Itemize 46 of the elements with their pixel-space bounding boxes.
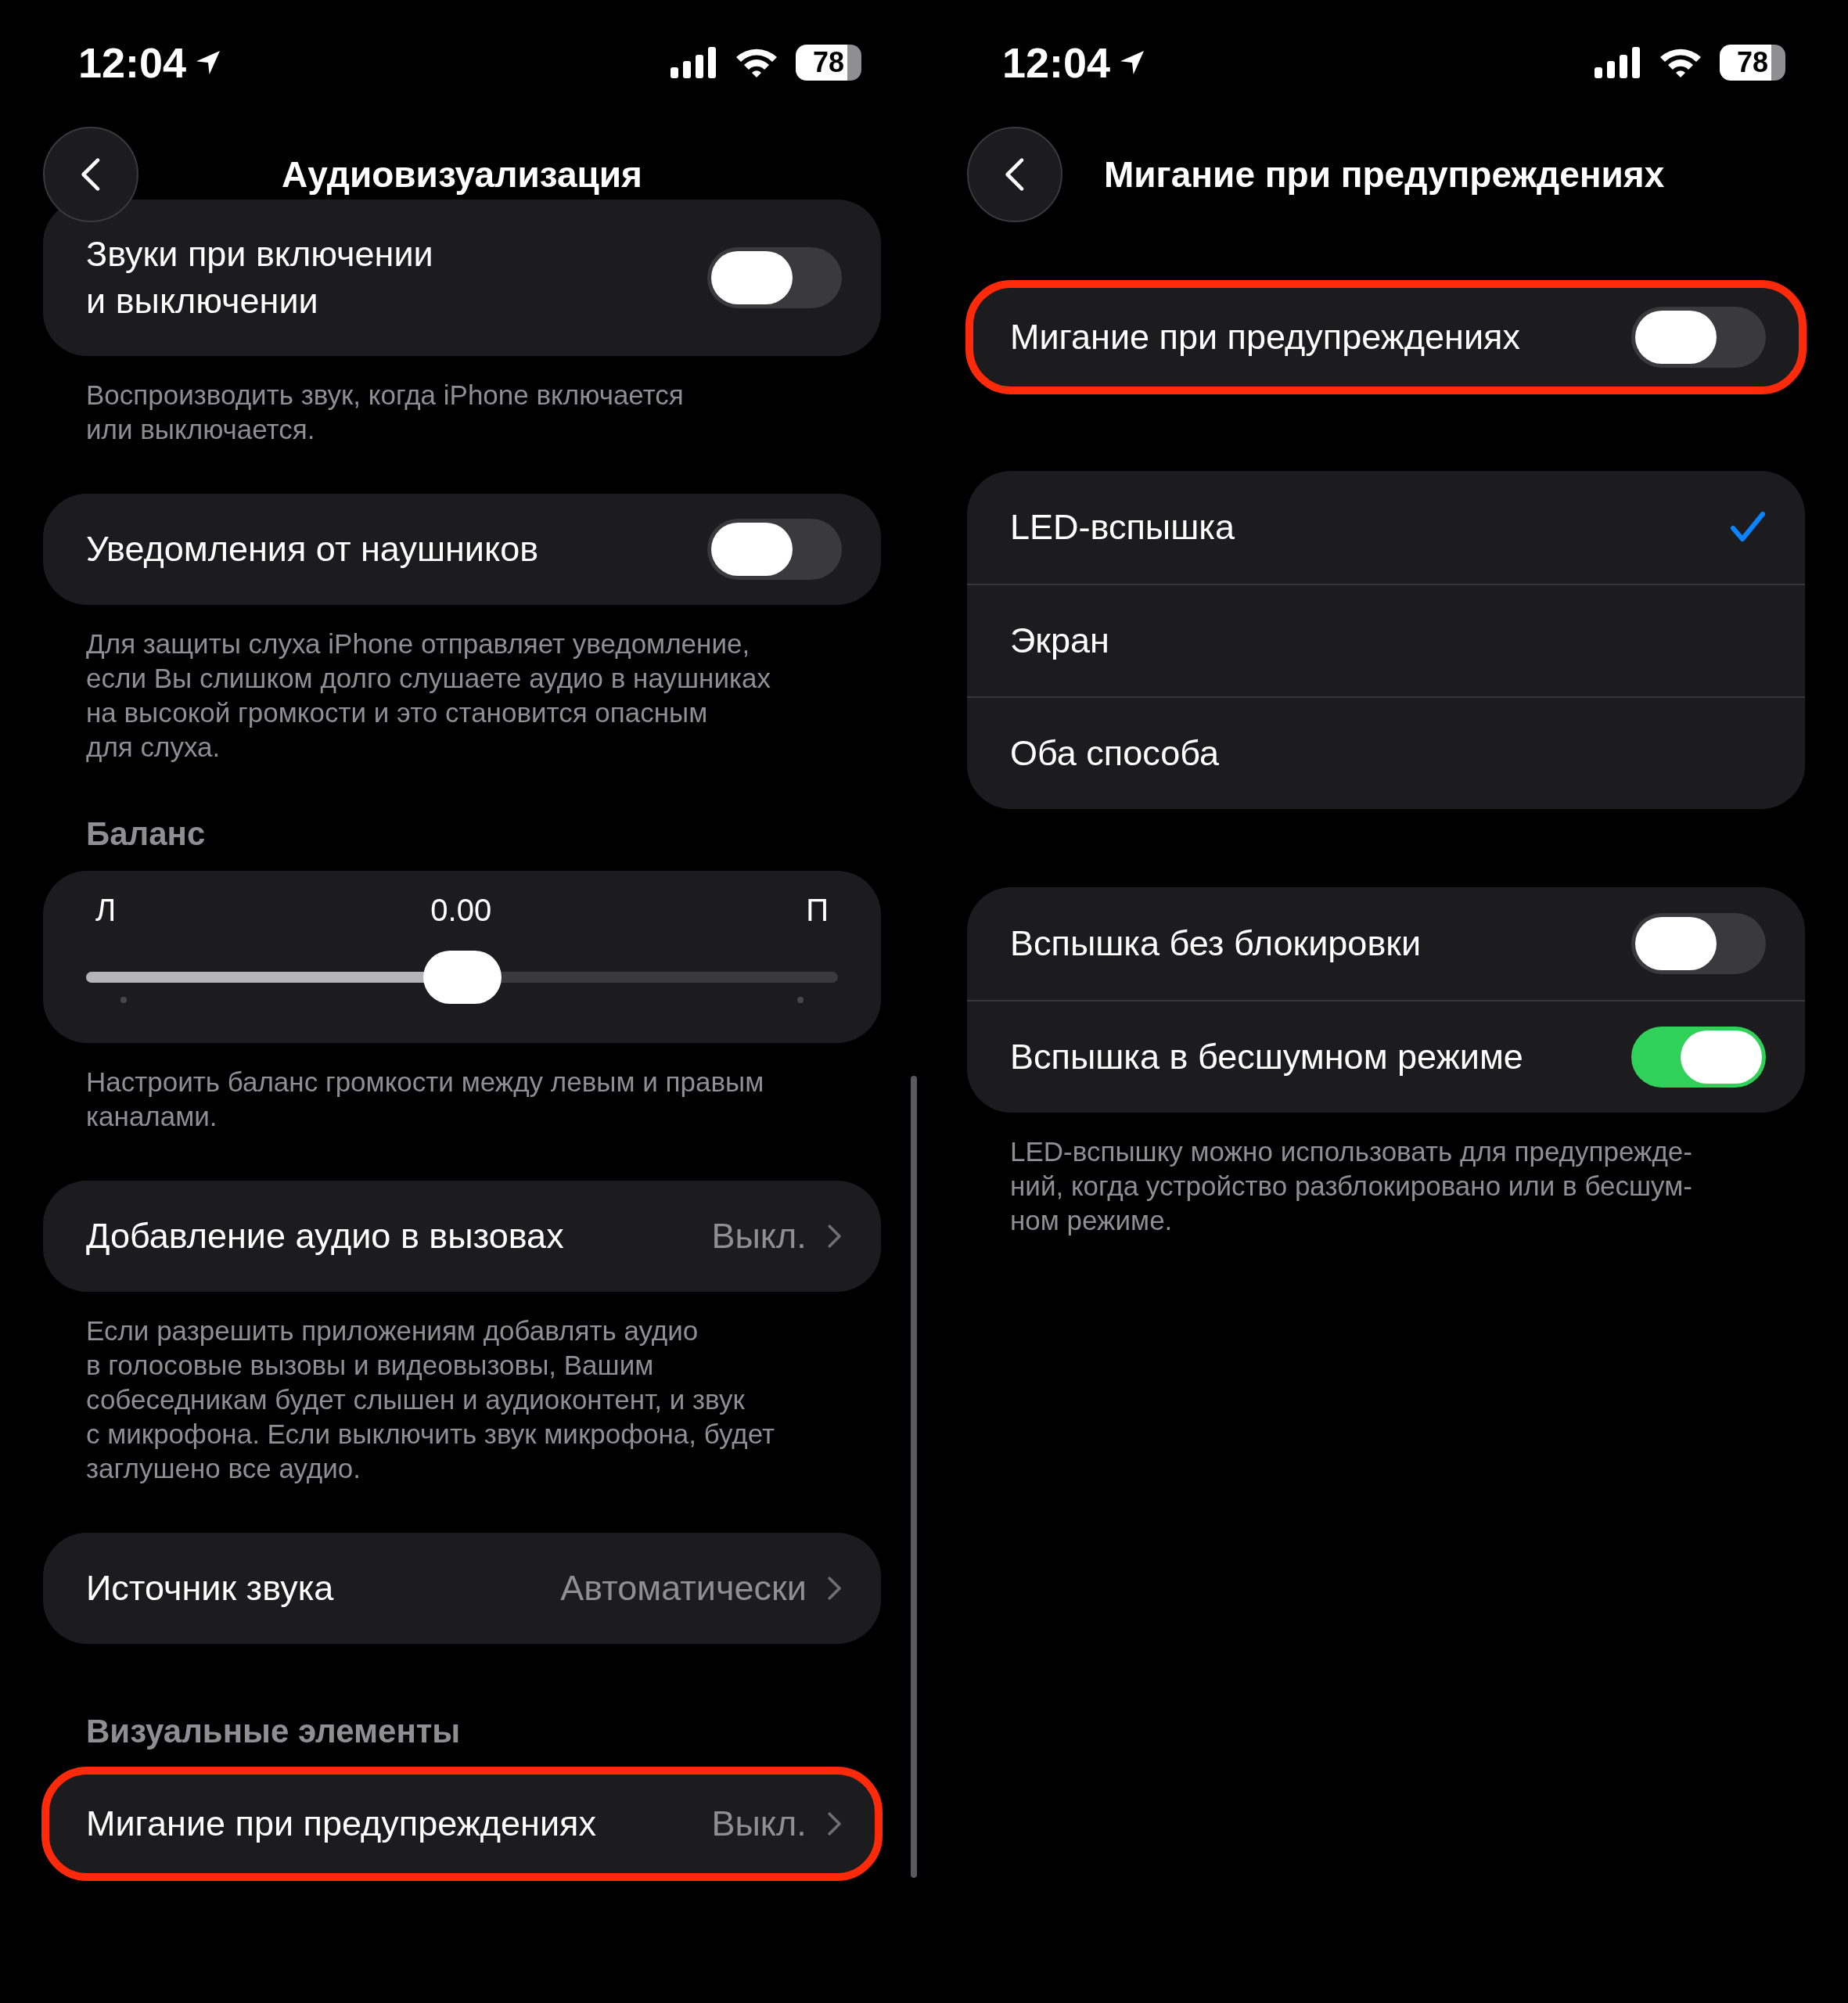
signal-icon <box>1595 47 1641 78</box>
setting-value: Автоматически <box>560 1568 807 1609</box>
footnote-text: Для защиты слуха iPhone отправляет уведомление, если Вы слишком долго слушаете аудио в наушниках на высокой громкости и это становится опасным для слуха. <box>85 628 772 764</box>
option-label: Оба способа <box>1010 732 1219 775</box>
setting-label: Уведомления от наушников <box>86 528 539 570</box>
status-time: 12:04 <box>1002 38 1111 87</box>
footnote-text: LED-вспышку можно использовать для предупрежде- ний, когда устройство разблокировано или в бесшум- ном режиме. <box>1009 1135 1693 1237</box>
battery-indicator: 78 <box>1720 45 1785 81</box>
section-header: Визуальные элементы <box>85 1712 462 1751</box>
option-label: LED-вспышка <box>1010 506 1235 548</box>
setting-value: Выкл. <box>711 1803 807 1844</box>
chevron-left-icon <box>1004 156 1026 192</box>
slider-reading: 0.00 <box>430 893 492 928</box>
option-label: Экран <box>1010 620 1109 662</box>
footnote-text: Настроить баланс громкости между левым и правым каналами. <box>85 1066 765 1133</box>
tick-mark <box>120 997 127 1003</box>
chevron-right-icon <box>826 1811 842 1836</box>
option-row[interactable]: Экран <box>967 584 1805 696</box>
nav-title: Аудиовизуализация <box>282 153 642 196</box>
setting-label: Вспышка в бесшумном режиме <box>1010 1036 1523 1078</box>
nav-title: Мигание при предупреждениях <box>1104 153 1665 196</box>
left-label: Л <box>95 893 117 928</box>
setting-label: Добавление аудио в вызовах <box>86 1215 564 1257</box>
setting-link-row[interactable]: Источник звука Автоматически <box>43 1533 881 1644</box>
option-row[interactable]: LED-вспышка <box>967 471 1805 584</box>
footnote-text: Воспроизводить звук, когда iPhone включается или выключается. <box>85 379 685 446</box>
setting-link-row[interactable]: Добавление аудио в вызовах Выкл. <box>43 1181 881 1292</box>
chevron-right-icon <box>826 1576 842 1601</box>
setting-label: Вспышка без блокировки <box>1010 922 1422 965</box>
status-time: 12:04 <box>78 38 187 87</box>
chevron-right-icon <box>826 1224 842 1249</box>
setting-link-row[interactable]: Мигание при предупреждениях Выкл. <box>43 1768 881 1879</box>
setting-label: Мигание при предупреждениях <box>1010 316 1520 358</box>
checkmark-icon <box>1730 511 1766 544</box>
footnote-text: Если разрешить приложениям добавлять аудио в голосовые вызовы и видеовызовы, Вашим собеседникам будет слышен и аудиоконтент, и звук с микрофона. Если выключить звук микрофона, будет заглушено все аудио. <box>85 1314 775 1485</box>
battery-indicator: 78 <box>796 45 861 81</box>
setting-label: Источник звука <box>86 1567 334 1609</box>
section-header: Баланс <box>85 815 207 854</box>
setting-label: Мигание при предупреждениях <box>86 1803 596 1845</box>
setting-label: Звуки при включении и выключении <box>86 233 433 322</box>
setting-value: Выкл. <box>711 1216 807 1257</box>
chevron-left-icon <box>80 156 102 192</box>
option-row[interactable]: Оба способа <box>967 696 1805 809</box>
signal-icon <box>671 47 717 78</box>
tick-mark <box>797 997 804 1003</box>
right-label: П <box>806 893 829 928</box>
